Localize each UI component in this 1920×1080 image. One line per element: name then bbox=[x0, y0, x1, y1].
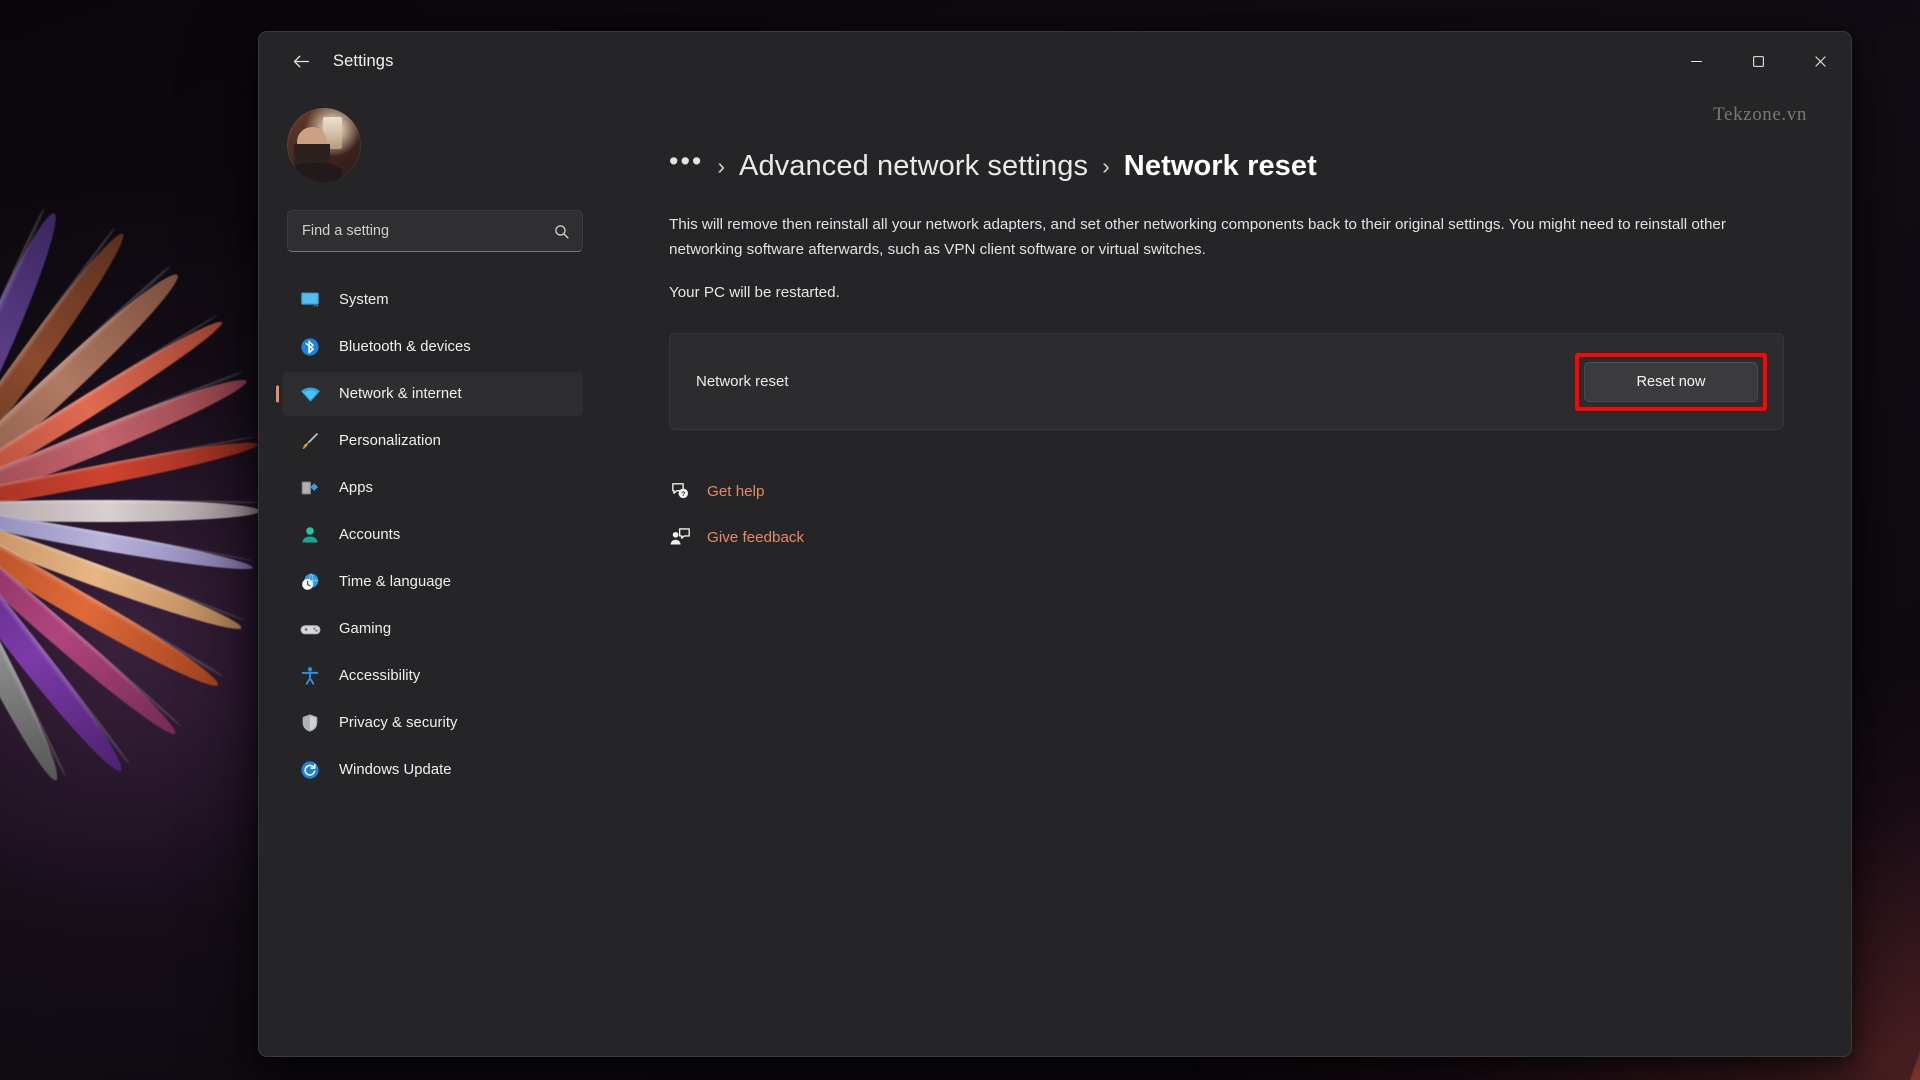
sidebar-item-accounts[interactable]: Accounts bbox=[283, 513, 583, 557]
sidebar-item-label: Windows Update bbox=[339, 762, 452, 778]
update-refresh-icon bbox=[297, 758, 323, 782]
minimize-button[interactable] bbox=[1665, 32, 1727, 90]
sidebar-item-time-language[interactable]: Time & language bbox=[283, 560, 583, 604]
wifi-icon bbox=[297, 382, 323, 406]
page-title: Network reset bbox=[1124, 150, 1317, 183]
network-reset-card: Network reset Reset now bbox=[669, 333, 1784, 430]
window-controls bbox=[1665, 32, 1851, 90]
network-reset-label: Network reset bbox=[696, 373, 789, 390]
wallpaper-streak bbox=[1733, 1067, 1920, 1080]
gamepad-icon bbox=[297, 617, 323, 641]
search-input[interactable] bbox=[302, 223, 553, 239]
sidebar-item-system[interactable]: System bbox=[283, 278, 583, 322]
sidebar-nav: System Bluetooth & devices Network & int… bbox=[259, 278, 607, 795]
sidebar-item-bluetooth-devices[interactable]: Bluetooth & devices bbox=[283, 325, 583, 369]
sidebar-item-label: Network & internet bbox=[339, 386, 462, 402]
close-button[interactable] bbox=[1789, 32, 1851, 90]
sidebar-item-label: Personalization bbox=[339, 433, 441, 449]
title-bar: Settings Tekzone.vn bbox=[259, 32, 1851, 90]
desktop: Settings Tekzone.vn bbox=[0, 0, 1920, 1080]
sidebar-item-label: Apps bbox=[339, 480, 373, 496]
breadcrumb-parent-link[interactable]: Advanced network settings bbox=[739, 150, 1088, 183]
give-feedback-link[interactable]: Give feedback bbox=[707, 529, 804, 546]
app-title: Settings bbox=[333, 52, 393, 71]
bluetooth-icon bbox=[297, 335, 323, 359]
help-links: ? Get help Give fe bbox=[669, 480, 1811, 548]
avatar[interactable] bbox=[287, 108, 361, 182]
wallpaper-bloom-left bbox=[0, 250, 300, 770]
back-arrow-icon[interactable] bbox=[281, 43, 321, 79]
sidebar-item-privacy-security[interactable]: Privacy & security bbox=[283, 701, 583, 745]
highlight-annotation: Reset now bbox=[1575, 353, 1767, 411]
account-person-icon bbox=[297, 523, 323, 547]
sidebar-item-label: Accounts bbox=[339, 527, 400, 543]
sidebar-item-label: Accessibility bbox=[339, 668, 420, 684]
reset-now-button[interactable]: Reset now bbox=[1584, 362, 1758, 402]
sidebar-item-apps[interactable]: Apps bbox=[283, 466, 583, 510]
get-help-row[interactable]: ? Get help bbox=[669, 480, 1811, 502]
sidebar-item-personalization[interactable]: Personalization bbox=[283, 419, 583, 463]
window-body: System Bluetooth & devices Network & int… bbox=[259, 90, 1851, 1056]
clock-globe-icon bbox=[297, 570, 323, 594]
system-monitor-icon bbox=[297, 288, 323, 312]
sidebar: System Bluetooth & devices Network & int… bbox=[259, 90, 607, 1056]
help-question-icon: ? bbox=[669, 480, 703, 502]
restart-note: Your PC will be restarted. bbox=[669, 284, 1811, 301]
sidebar-item-label: System bbox=[339, 292, 389, 308]
page-description: This will remove then reinstall all your… bbox=[669, 213, 1779, 262]
watermark: Tekzone.vn bbox=[1713, 104, 1807, 126]
feedback-person-icon bbox=[669, 526, 703, 548]
breadcrumb-overflow-button[interactable]: ••• bbox=[669, 148, 703, 185]
maximize-button[interactable] bbox=[1727, 32, 1789, 90]
svg-text:?: ? bbox=[681, 491, 685, 498]
sidebar-item-label: Gaming bbox=[339, 621, 391, 637]
get-help-link[interactable]: Get help bbox=[707, 483, 764, 500]
search-box[interactable] bbox=[287, 210, 583, 252]
sidebar-item-windows-update[interactable]: Windows Update bbox=[283, 748, 583, 792]
sidebar-item-gaming[interactable]: Gaming bbox=[283, 607, 583, 651]
chevron-right-icon: › bbox=[1102, 153, 1110, 180]
give-feedback-row[interactable]: Give feedback bbox=[669, 526, 1811, 548]
content-pane: ••• › Advanced network settings › Networ… bbox=[607, 90, 1851, 1056]
apps-icon bbox=[297, 476, 323, 500]
sidebar-item-accessibility[interactable]: Accessibility bbox=[283, 654, 583, 698]
search-icon[interactable] bbox=[553, 223, 570, 240]
profile-block[interactable] bbox=[259, 96, 607, 182]
paintbrush-icon bbox=[297, 429, 323, 453]
sidebar-item-label: Time & language bbox=[339, 574, 451, 590]
shield-icon bbox=[297, 711, 323, 735]
chevron-right-icon: › bbox=[717, 153, 725, 180]
breadcrumb: ••• › Advanced network settings › Networ… bbox=[669, 148, 1811, 185]
wallpaper-petal bbox=[0, 500, 260, 522]
sidebar-item-label: Privacy & security bbox=[339, 715, 457, 731]
sidebar-item-network-internet[interactable]: Network & internet bbox=[283, 372, 583, 416]
settings-window: Settings Tekzone.vn bbox=[258, 31, 1852, 1057]
avatar-detail bbox=[290, 163, 342, 182]
accessibility-icon bbox=[297, 664, 323, 688]
sidebar-item-label: Bluetooth & devices bbox=[339, 339, 471, 355]
